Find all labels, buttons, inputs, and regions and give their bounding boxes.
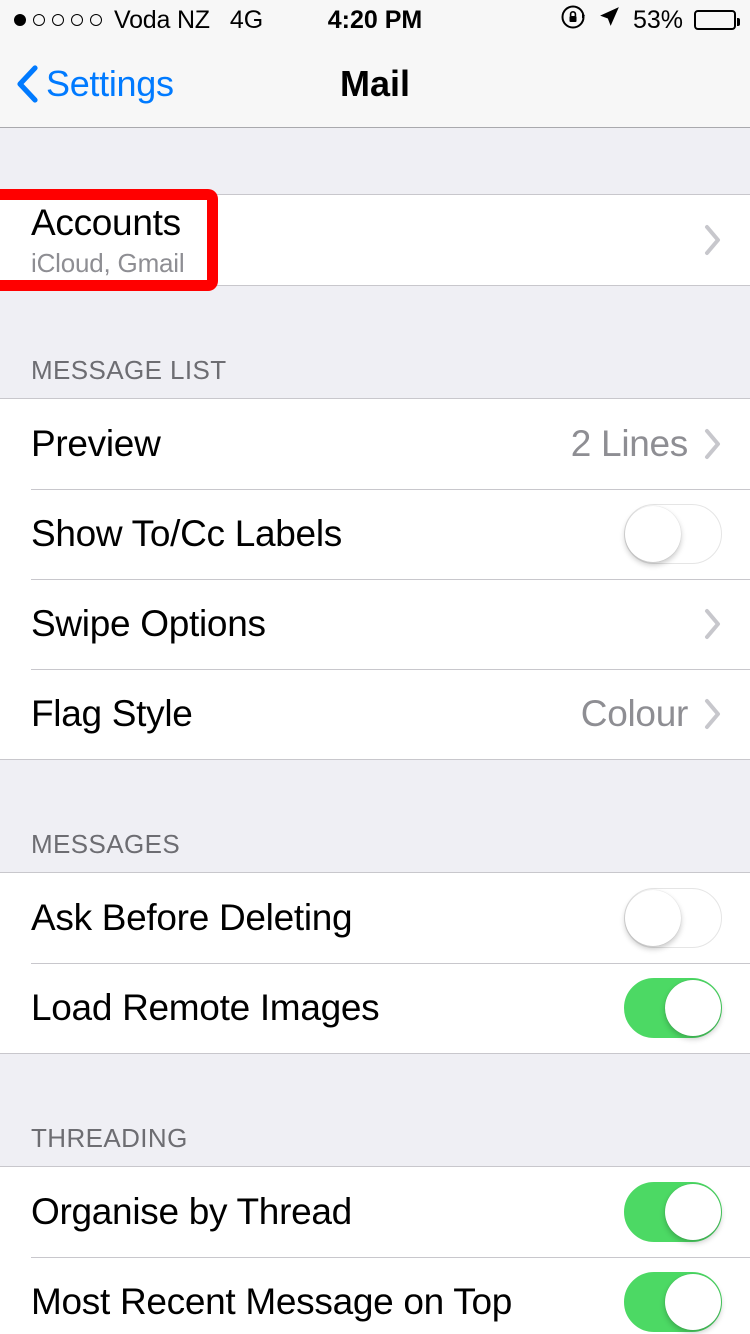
- toggle-knob: [665, 980, 721, 1036]
- row-accessory-group: [704, 224, 722, 256]
- row-title: Most Recent Message on Top: [31, 1281, 513, 1322]
- section-header-messages: MESSAGES: [0, 760, 750, 872]
- signal-dot: [90, 14, 102, 26]
- row-title: Accounts: [31, 201, 181, 243]
- row-accessory-group: [624, 888, 722, 948]
- chevron-right-icon: [704, 698, 722, 730]
- battery-percent-label: 53%: [632, 5, 683, 34]
- signal-strength-dots: [14, 14, 102, 26]
- row-title: Organise by Thread: [31, 1191, 352, 1232]
- section-header-label: THREADING: [31, 1123, 188, 1153]
- row-subtitle: iCloud, Gmail: [31, 247, 185, 278]
- row-flag-style[interactable]: Flag Style Colour: [0, 669, 750, 759]
- settings-group: Organise by Thread Most Recent Message on…: [0, 1166, 750, 1334]
- section-header-threading: THREADING: [0, 1054, 750, 1166]
- row-label-group: Preview: [31, 423, 161, 465]
- row-preview[interactable]: Preview 2 Lines: [0, 399, 750, 489]
- section-header-label: MESSAGES: [31, 829, 181, 859]
- status-bar: Voda NZ 4G 4:20 PM 53%: [0, 0, 750, 40]
- row-label-group: Load Remote Images: [31, 987, 380, 1029]
- row-accounts[interactable]: Accounts iCloud, Gmail: [0, 195, 750, 285]
- network-type-label: 4G: [229, 5, 264, 34]
- row-label-group: Swipe Options: [31, 603, 266, 645]
- toggle-show-to-cc-labels[interactable]: [624, 504, 722, 564]
- row-accessory-group: [624, 1272, 722, 1332]
- row-show-to-cc-labels[interactable]: Show To/Cc Labels: [0, 489, 750, 579]
- status-bar-right: 53%: [560, 4, 740, 37]
- row-label-group: Flag Style: [31, 693, 193, 735]
- row-title: Preview: [31, 423, 161, 464]
- settings-group: Accounts iCloud, Gmail: [0, 194, 750, 286]
- row-label-group: Organise by Thread: [31, 1191, 352, 1233]
- row-accessory-group: 2 Lines: [571, 423, 722, 465]
- chevron-right-icon: [704, 608, 722, 640]
- chevron-right-icon: [704, 428, 722, 460]
- back-button[interactable]: Settings: [0, 63, 174, 105]
- section-gap: [0, 128, 750, 194]
- row-title: Ask Before Deleting: [31, 897, 353, 938]
- signal-dot: [33, 14, 45, 26]
- carrier-label: Voda NZ: [114, 5, 210, 34]
- row-label-group: Accounts iCloud, Gmail: [31, 201, 185, 279]
- row-accessory-group: [624, 978, 722, 1038]
- status-bar-left: Voda NZ 4G: [14, 6, 263, 35]
- toggle-load-remote-images[interactable]: [624, 978, 722, 1038]
- row-value: 2 Lines: [570, 423, 689, 464]
- row-swipe-options[interactable]: Swipe Options: [0, 579, 750, 669]
- row-title: Load Remote Images: [31, 987, 380, 1028]
- settings-group: Preview 2 Lines Show To/Cc Labels Swipe Opt…: [0, 398, 750, 760]
- section-header-message-list: MESSAGE LIST: [0, 286, 750, 398]
- chevron-left-icon: [16, 64, 38, 103]
- toggle-knob: [625, 506, 681, 562]
- signal-dot: [71, 14, 83, 26]
- toggle-most-recent-message-on-top[interactable]: [624, 1272, 722, 1332]
- settings-list: Accounts iCloud, Gmail MESSAGE LIST Preview…: [0, 128, 750, 1334]
- row-title: Swipe Options: [31, 603, 266, 644]
- iphone-screen: Voda NZ 4G 4:20 PM 53% Settings Mail Acc…: [0, 0, 750, 1334]
- row-label-group: Show To/Cc Labels: [31, 513, 342, 555]
- row-label-group: Ask Before Deleting: [31, 897, 353, 939]
- row-load-remote-images[interactable]: Load Remote Images: [0, 963, 750, 1053]
- settings-group: Ask Before Deleting Load Remote Images: [0, 872, 750, 1054]
- row-most-recent-message-on-top[interactable]: Most Recent Message on Top: [0, 1257, 750, 1334]
- toggle-organise-by-thread[interactable]: [624, 1182, 722, 1242]
- signal-dot: [14, 14, 26, 26]
- battery-icon: [694, 10, 740, 30]
- row-title: Show To/Cc Labels: [31, 513, 342, 554]
- signal-dot: [52, 14, 64, 26]
- section-header-label: MESSAGE LIST: [31, 355, 227, 385]
- row-title: Flag Style: [31, 693, 193, 734]
- toggle-knob: [665, 1274, 721, 1330]
- chevron-right-icon: [704, 224, 722, 256]
- row-label-group: Most Recent Message on Top: [31, 1281, 512, 1323]
- rotation-lock-icon: [560, 4, 586, 37]
- row-value: Colour: [580, 693, 689, 734]
- row-accessory-group: [624, 504, 722, 564]
- row-accessory-group: [704, 608, 722, 640]
- toggle-knob: [625, 890, 681, 946]
- row-organise-by-thread[interactable]: Organise by Thread: [0, 1167, 750, 1257]
- toggle-knob: [665, 1184, 721, 1240]
- row-ask-before-deleting[interactable]: Ask Before Deleting: [0, 873, 750, 963]
- toggle-ask-before-deleting[interactable]: [624, 888, 722, 948]
- row-accessory-group: Colour: [581, 693, 722, 735]
- navigation-bar: Settings Mail: [0, 40, 750, 128]
- back-button-label: Settings: [46, 62, 174, 104]
- location-arrow-icon: [597, 4, 622, 36]
- row-accessory-group: [624, 1182, 722, 1242]
